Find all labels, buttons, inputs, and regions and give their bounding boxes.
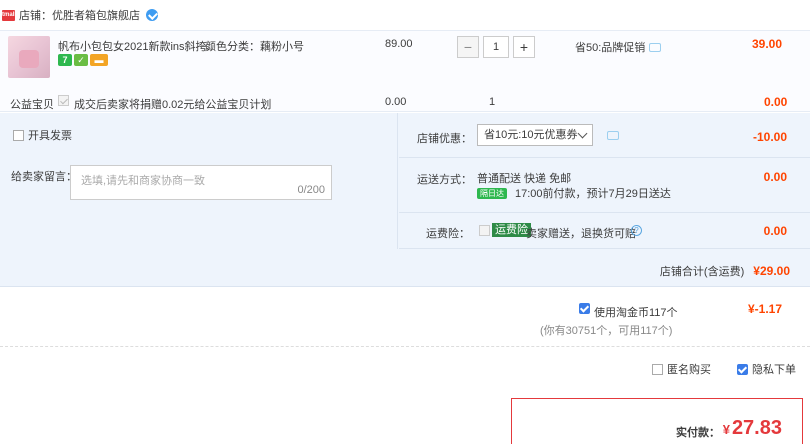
shop-header: tmall 店铺：优胜者箱包旗舰店 xyxy=(0,0,810,30)
shop-total-label: 店铺合计(含运费) xyxy=(659,266,745,278)
service-icons: 7 ✓ ▬ xyxy=(58,54,108,66)
charity-label: 公益宝贝 xyxy=(10,99,54,111)
quantity-decrease-button[interactable]: − xyxy=(457,36,479,58)
discount-row: 店铺优惠： 省10元:10元优惠券 -10.00 xyxy=(399,113,810,158)
coupon-selected: 省10元:10元优惠券 xyxy=(484,129,578,141)
shop-total-amount: ¥29.00 xyxy=(753,264,790,278)
coupon-select[interactable]: 省10元:10元优惠券 xyxy=(477,124,593,146)
invoice-checkbox[interactable] xyxy=(13,129,24,141)
charity-checkbox xyxy=(58,95,69,106)
currency-symbol: ¥ xyxy=(722,422,730,437)
message-placeholder: 选填,请先和商家协商一致 xyxy=(81,175,206,187)
quantity-stepper: − 1 + xyxy=(457,36,535,58)
message-label: 给卖家留言： xyxy=(11,171,77,183)
insurance-label: 运费险： xyxy=(426,228,470,240)
shop-name[interactable]: 店铺：优胜者箱包旗舰店 xyxy=(19,7,140,23)
invoice-label: 开具发票 xyxy=(28,130,72,142)
coins-row: 使用淘金币117个 (你有30751个，可用117个) ¥-1.17 xyxy=(0,287,810,347)
product-attribute: 颜色分类：藕粉小号 xyxy=(205,41,304,53)
card-payment-icon: ▬ xyxy=(90,54,108,66)
anonymous-label: 匿名购买 xyxy=(667,364,711,376)
shop-total: 店铺合计(含运费) ¥29.00 xyxy=(660,263,790,279)
next-day-badge: 隔日达 xyxy=(477,187,507,199)
coins-balance: (你有30751个，可用117个) xyxy=(540,325,673,337)
hide-order-checkbox[interactable] xyxy=(737,363,748,375)
promotion-label: 省50:品牌促销 xyxy=(575,42,646,54)
quantity-increase-button[interactable]: + xyxy=(513,36,535,58)
charity-total: 0.00 xyxy=(764,95,788,109)
shipping-eta-text: 17:00前付款，预计7月29日送达 xyxy=(515,188,671,200)
insurance-row: 运费险： 运费险 卖家赠送，退换货可赔 ? 0.00 xyxy=(399,213,810,249)
discount-amount: -10.00 xyxy=(752,130,787,144)
verified-badge-icon xyxy=(146,9,158,21)
coins-checkbox[interactable] xyxy=(579,303,590,314)
order-options: 开具发票 给卖家留言： 选填,请先和商家协商一致 0/200 店铺优惠： 省10… xyxy=(0,113,810,287)
coins-label: 使用淘金币117个 xyxy=(594,307,678,319)
shipping-method: 普通配送 快递 免邮 xyxy=(477,173,572,185)
unit-price: 89.00 xyxy=(385,38,413,50)
order-item: 帆布小包包女2021新款ins斜挎... 颜色分类：藕粉小号 7 ✓ ▬ 89.… xyxy=(0,30,810,112)
charity-qty: 1 xyxy=(489,96,496,108)
help-icon[interactable]: ? xyxy=(631,225,642,236)
message-bubble-icon[interactable] xyxy=(607,131,619,140)
promotion-text: 省50:品牌促销 xyxy=(575,39,662,55)
charity-text: 成交后卖家将捐赠0.02元给公益宝贝计划 xyxy=(74,99,272,111)
shipping-eta: 隔日达 17:00前付款，预计7月29日送达 xyxy=(477,185,671,201)
payment-value: 27.83 xyxy=(731,417,782,439)
hide-order-option[interactable]: 隐私下单 xyxy=(737,361,796,377)
message-textarea[interactable]: 选填,请先和商家协商一致 0/200 xyxy=(70,165,332,200)
insurance-checkbox xyxy=(479,225,490,236)
product-title[interactable]: 帆布小包包女2021新款ins斜挎... xyxy=(58,38,216,54)
product-thumbnail[interactable] xyxy=(8,36,50,78)
insurance-text: 卖家赠送，退换货可赔 xyxy=(526,228,636,240)
payment-amount: ¥27.83 xyxy=(723,417,782,440)
anonymous-option[interactable]: 匿名购买 xyxy=(652,361,711,377)
charity-price: 0.00 xyxy=(385,96,407,108)
shipping-amount: 0.00 xyxy=(763,170,787,184)
payment-summary: 实付款： ¥27.83 xyxy=(511,398,803,444)
quantity-input[interactable]: 1 xyxy=(483,36,509,58)
hide-order-label: 隐私下单 xyxy=(752,364,796,376)
chevron-down-icon xyxy=(577,128,588,139)
coins-amount: ¥-1.17 xyxy=(748,302,783,316)
item-subtotal: 39.00 xyxy=(752,37,783,51)
message-counter: 0/200 xyxy=(297,184,325,196)
privacy-options: 匿名购买 隐私下单 xyxy=(0,347,810,387)
insurance-amount: 0.00 xyxy=(763,224,787,238)
anonymous-checkbox[interactable] xyxy=(652,363,663,375)
payment-label: 实付款： xyxy=(676,427,720,439)
shipping-row: 运送方式： 普通配送 快递 免邮 隔日达 17:00前付款，预计7月29日送达 … xyxy=(399,158,810,213)
left-options-panel: 开具发票 给卖家留言： 选填,请先和商家协商一致 0/200 xyxy=(0,113,398,249)
discount-label: 店铺优惠： xyxy=(417,133,472,145)
message-bubble-icon[interactable] xyxy=(649,43,662,52)
shipping-label: 运送方式： xyxy=(417,174,472,186)
guarantee-icon: ✓ xyxy=(74,54,88,66)
seven-day-return-icon: 7 xyxy=(58,54,72,66)
tmall-logo-icon: tmall xyxy=(2,9,16,21)
invoice-option[interactable]: 开具发票 xyxy=(13,127,72,143)
